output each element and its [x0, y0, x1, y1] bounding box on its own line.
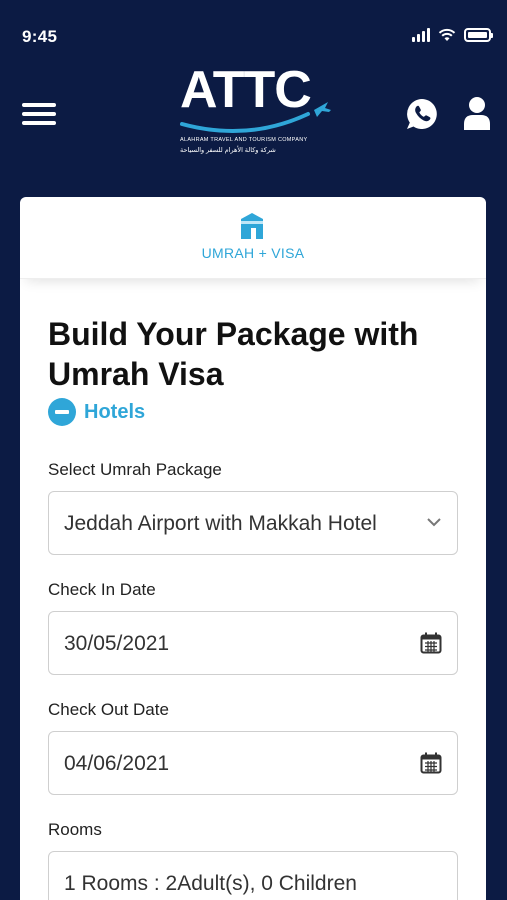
whatsapp-icon[interactable] — [405, 97, 439, 131]
minus-icon — [48, 398, 76, 426]
chevron-down-icon — [427, 518, 441, 527]
package-select[interactable]: Jeddah Airport with Makkah Hotel — [48, 491, 458, 555]
rooms-field[interactable]: 1 Rooms : 2Adult(s), 0 Children — [48, 851, 458, 900]
package-value: Jeddah Airport with Makkah Hotel — [64, 512, 377, 535]
kaaba-icon — [241, 213, 263, 239]
calendar-icon[interactable] — [420, 632, 442, 654]
checkout-date-field[interactable]: 04/06/2021 — [48, 731, 458, 795]
signal-icon — [412, 28, 430, 42]
booking-card: UMRAH + VISA Build Your Package with Umr… — [20, 197, 486, 900]
status-time: 9:45 — [22, 27, 58, 46]
calendar-icon[interactable] — [420, 752, 442, 774]
app-header: ATTC ALAHRAM TRAVEL AND TOURISM COMPANY … — [0, 60, 507, 180]
package-label: Select Umrah Package — [48, 460, 222, 479]
checkin-value: 30/05/2021 — [64, 632, 170, 655]
page-title: Build Your Package with Umrah Visa — [48, 316, 419, 392]
tab-label: UMRAH + VISA — [201, 245, 305, 261]
rooms-label: Rooms — [48, 820, 102, 839]
checkout-value: 04/06/2021 — [64, 752, 170, 775]
battery-icon — [464, 28, 493, 42]
logo-subtitle: ALAHRAM TRAVEL AND TOURISM COMPANY — [180, 137, 308, 143]
checkin-date-field[interactable]: 30/05/2021 — [48, 611, 458, 675]
checkout-label: Check Out Date — [48, 700, 169, 719]
hotels-section-toggle[interactable]: Hotels — [48, 398, 145, 426]
section-label: Hotels — [84, 400, 146, 423]
rooms-value: 1 Rooms : 2Adult(s), 0 Children — [64, 872, 357, 895]
checkin-label: Check In Date — [48, 580, 156, 599]
logo-swoosh-icon — [180, 102, 331, 134]
wifi-icon — [438, 28, 456, 41]
tab-umrah-visa[interactable]: UMRAH + VISA — [20, 197, 486, 279]
logo: ATTC ALAHRAM TRAVEL AND TOURISM COMPANY … — [170, 60, 340, 160]
logo-subtitle-arabic: شركة وكالة الأهرام للسفر والسياحة — [180, 147, 276, 154]
menu-icon[interactable] — [22, 103, 56, 125]
status-icons — [412, 28, 493, 42]
user-icon[interactable] — [462, 96, 492, 130]
